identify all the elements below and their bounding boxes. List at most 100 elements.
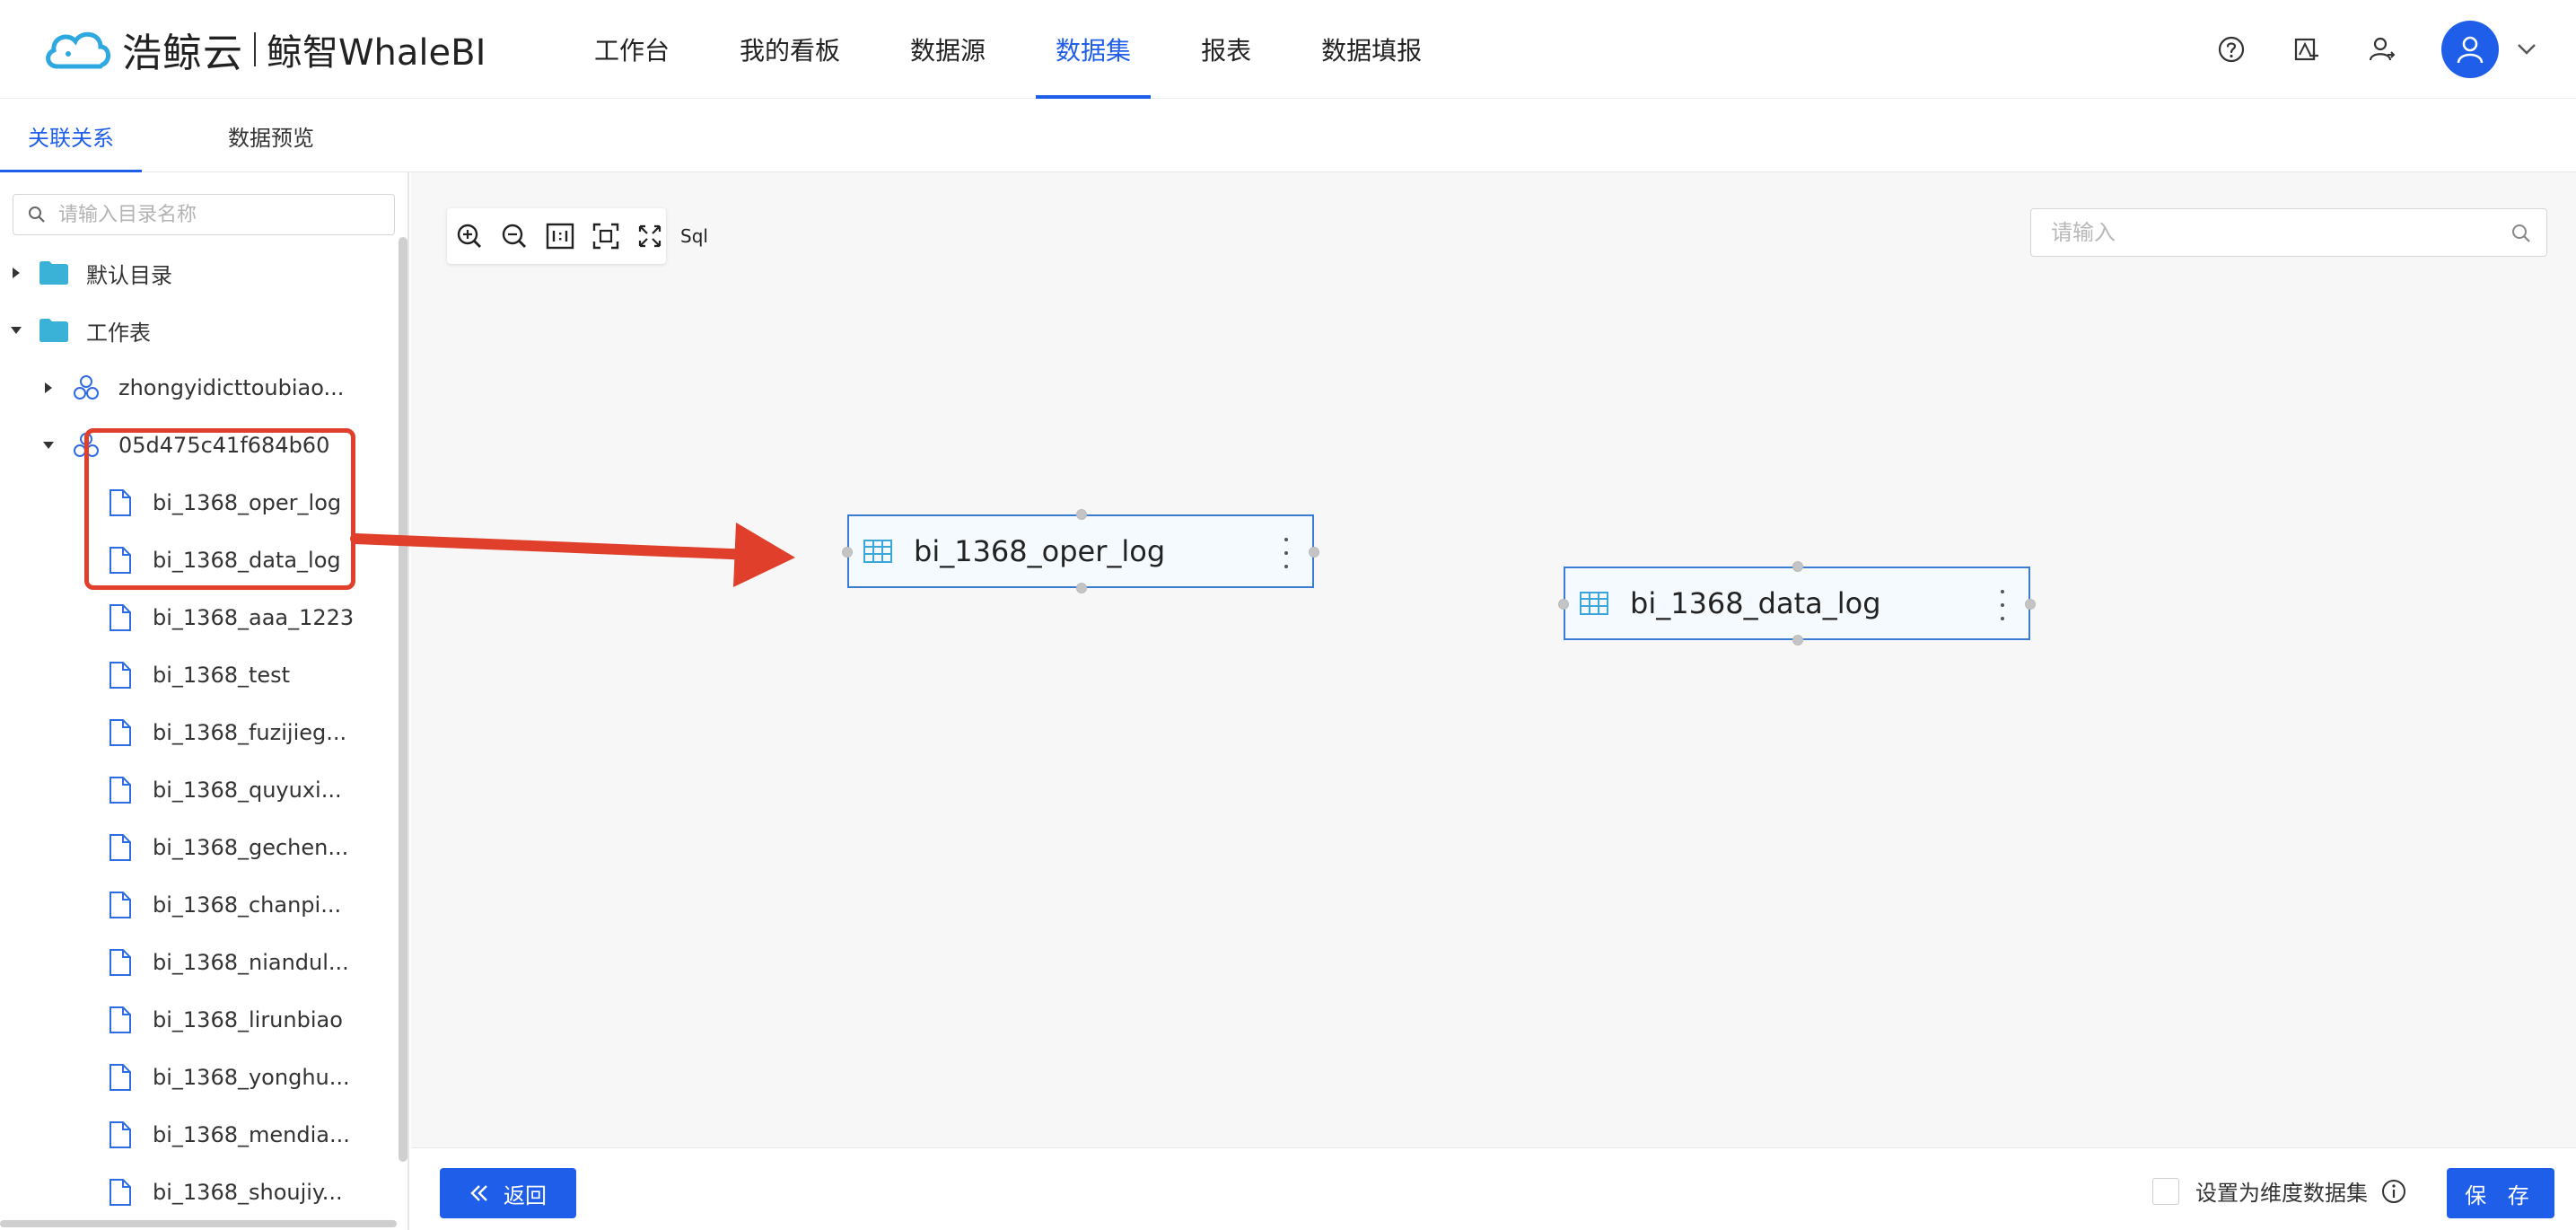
tree-item-label: bi_1368_test bbox=[153, 663, 291, 688]
connect-handle-right[interactable] bbox=[1309, 547, 1319, 558]
connect-handle-left[interactable] bbox=[1558, 599, 1569, 610]
nav-item-label: 工作台 bbox=[594, 36, 670, 66]
search-icon[interactable] bbox=[2510, 223, 2532, 244]
tree-item-label: 05d475c41f684b60 bbox=[118, 433, 330, 458]
tree-item-table[interactable]: bi_1368_chanpi... bbox=[104, 876, 341, 934]
tree-item-label: bi_1368_niandul... bbox=[153, 950, 349, 975]
connect-handle-left[interactable] bbox=[842, 547, 853, 558]
tree-item-label: bi_1368_lirunbiao bbox=[153, 1007, 343, 1032]
tree-item-table[interactable]: bi_1368_oper_log bbox=[104, 474, 341, 532]
node-label: bi_1368_oper_log bbox=[914, 534, 1166, 568]
connect-handle-top[interactable] bbox=[1792, 561, 1803, 572]
product-name: 鲸智WhaleBI bbox=[267, 32, 486, 74]
tree-item-table[interactable]: bi_1368_quyuxi... bbox=[104, 761, 342, 819]
sidebar-horizontal-scrollbar[interactable] bbox=[0, 1220, 397, 1227]
file-icon bbox=[104, 544, 136, 576]
nav-item-datasource[interactable]: 数据源 bbox=[890, 0, 1005, 99]
tab-relations[interactable]: 关联关系 bbox=[0, 99, 142, 173]
search-icon bbox=[29, 206, 45, 223]
nav-item-label: 我的看板 bbox=[740, 36, 841, 66]
caret-right-icon[interactable] bbox=[7, 264, 25, 282]
sidebar-scrollbar[interactable] bbox=[399, 237, 407, 1162]
nav-item-workbench[interactable]: 工作台 bbox=[574, 0, 689, 99]
caret-down-icon[interactable] bbox=[39, 436, 57, 454]
sql-button[interactable]: Sql bbox=[680, 216, 708, 256]
nav-item-label: 报表 bbox=[1201, 36, 1252, 66]
tree-item-label: 默认目录 bbox=[86, 262, 172, 288]
tree-item-table[interactable]: bi_1368_test bbox=[104, 646, 290, 704]
canvas-search bbox=[2030, 208, 2547, 257]
datasource-icon bbox=[70, 429, 102, 461]
sub-tabs: 关联关系 数据预览 bbox=[0, 99, 2576, 173]
dimension-dataset-option: 设置为维度数据集 bbox=[2152, 1175, 2407, 1207]
connect-handle-bottom[interactable] bbox=[1076, 583, 1087, 593]
tree-item-label: zhongyidicttoubiao... bbox=[118, 375, 345, 400]
tree-item-table[interactable]: bi_1368_gechen... bbox=[104, 819, 348, 876]
tree-item-label: bi_1368_yonghu... bbox=[153, 1065, 350, 1090]
user-switch-icon[interactable] bbox=[2362, 30, 2402, 69]
top-header: 浩鲸云 鲸智WhaleBI 工作台 我的看板 数据源 数据集 报表 数据填报 bbox=[0, 0, 2576, 99]
user-avatar[interactable] bbox=[2441, 21, 2499, 78]
dimension-dataset-checkbox[interactable] bbox=[2152, 1177, 2179, 1205]
tree-item-label: bi_1368_chanpi... bbox=[153, 892, 342, 918]
main-nav: 工作台 我的看板 数据源 数据集 报表 数据填报 bbox=[574, 0, 1472, 99]
zoom-out-icon[interactable] bbox=[501, 216, 528, 256]
back-button-label: 返回 bbox=[504, 1182, 547, 1208]
fit-view-icon[interactable] bbox=[592, 216, 619, 256]
table-icon bbox=[862, 535, 894, 567]
canvas-search-input[interactable] bbox=[2051, 220, 2500, 245]
back-button[interactable]: 返回 bbox=[440, 1168, 576, 1218]
tree-item-label: bi_1368_aaa_1223 bbox=[153, 605, 355, 630]
header-actions bbox=[2176, 14, 2540, 84]
caret-right-icon[interactable] bbox=[39, 379, 57, 397]
more-options-icon[interactable] bbox=[1282, 538, 1291, 568]
info-icon[interactable] bbox=[2380, 1178, 2407, 1205]
connect-handle-right[interactable] bbox=[2025, 599, 2036, 610]
fullscreen-icon[interactable] bbox=[637, 216, 662, 256]
nav-item-my-dashboard[interactable]: 我的看板 bbox=[720, 0, 860, 99]
nav-item-label: 数据源 bbox=[910, 36, 986, 66]
brand-logo[interactable]: 浩鲸云 鲸智WhaleBI bbox=[41, 22, 486, 77]
tree-item-table[interactable]: bi_1368_shoujiy... bbox=[104, 1164, 343, 1221]
table-node-oper-log[interactable]: bi_1368_oper_log bbox=[842, 509, 1319, 593]
save-button[interactable]: 保 存 bbox=[2447, 1168, 2554, 1218]
help-icon[interactable] bbox=[2212, 30, 2251, 69]
tree-item-table[interactable]: bi_1368_fuzijieg... bbox=[104, 704, 346, 761]
actual-size-icon[interactable] bbox=[546, 216, 574, 256]
tree-item-datasource[interactable]: zhongyidicttoubiao... bbox=[39, 359, 344, 417]
assign-icon[interactable] bbox=[2287, 30, 2326, 69]
nav-item-dataset[interactable]: 数据集 bbox=[1036, 0, 1152, 99]
tree-item-table[interactable]: bi_1368_lirunbiao bbox=[104, 991, 343, 1049]
tree-item-table[interactable]: bi_1368_aaa_1223 bbox=[104, 589, 354, 646]
tree-item-label: bi_1368_quyuxi... bbox=[153, 778, 342, 803]
connect-handle-top[interactable] bbox=[1076, 509, 1087, 520]
caret-down-icon[interactable] bbox=[7, 321, 25, 339]
zoom-in-icon[interactable] bbox=[456, 216, 483, 256]
directory-search-input[interactable] bbox=[58, 203, 381, 226]
table-icon bbox=[1578, 587, 1610, 619]
file-icon bbox=[104, 1119, 136, 1151]
file-icon bbox=[104, 716, 136, 749]
tab-label: 数据预览 bbox=[228, 125, 314, 151]
table-node-data-log[interactable]: bi_1368_data_log bbox=[1558, 561, 2036, 646]
file-icon bbox=[104, 602, 136, 634]
tab-data-preview[interactable]: 数据预览 bbox=[199, 99, 343, 172]
tree-item-table[interactable]: bi_1368_data_log bbox=[104, 532, 341, 589]
file-icon bbox=[104, 1061, 136, 1094]
tree-item-table[interactable]: bi_1368_niandul... bbox=[104, 934, 349, 991]
nav-item-data-entry[interactable]: 数据填报 bbox=[1301, 0, 1441, 99]
tree-item-table[interactable]: bi_1368_mendia... bbox=[104, 1106, 350, 1164]
brand-separator bbox=[254, 32, 256, 66]
more-options-icon[interactable] bbox=[1998, 590, 2007, 620]
footer-bar: 返回 设置为维度数据集 保 存 bbox=[411, 1147, 2576, 1230]
tree-item-label: bi_1368_data_log bbox=[153, 548, 341, 573]
chevron-down-icon[interactable] bbox=[2513, 36, 2540, 63]
nav-item-report[interactable]: 报表 bbox=[1181, 0, 1271, 99]
relation-canvas[interactable]: Sql bi_1368_oper_log bi_1368_data_log bbox=[411, 172, 2576, 1147]
tree-item-datasource[interactable]: 05d475c41f684b60 bbox=[39, 417, 329, 474]
file-icon bbox=[104, 487, 136, 519]
connect-handle-bottom[interactable] bbox=[1792, 635, 1803, 646]
tree-item-table[interactable]: bi_1368_yonghu... bbox=[104, 1049, 350, 1106]
tree-item-default-folder[interactable]: 默认目录 bbox=[7, 244, 172, 302]
tree-item-worksheet-folder[interactable]: 工作表 bbox=[7, 302, 151, 359]
